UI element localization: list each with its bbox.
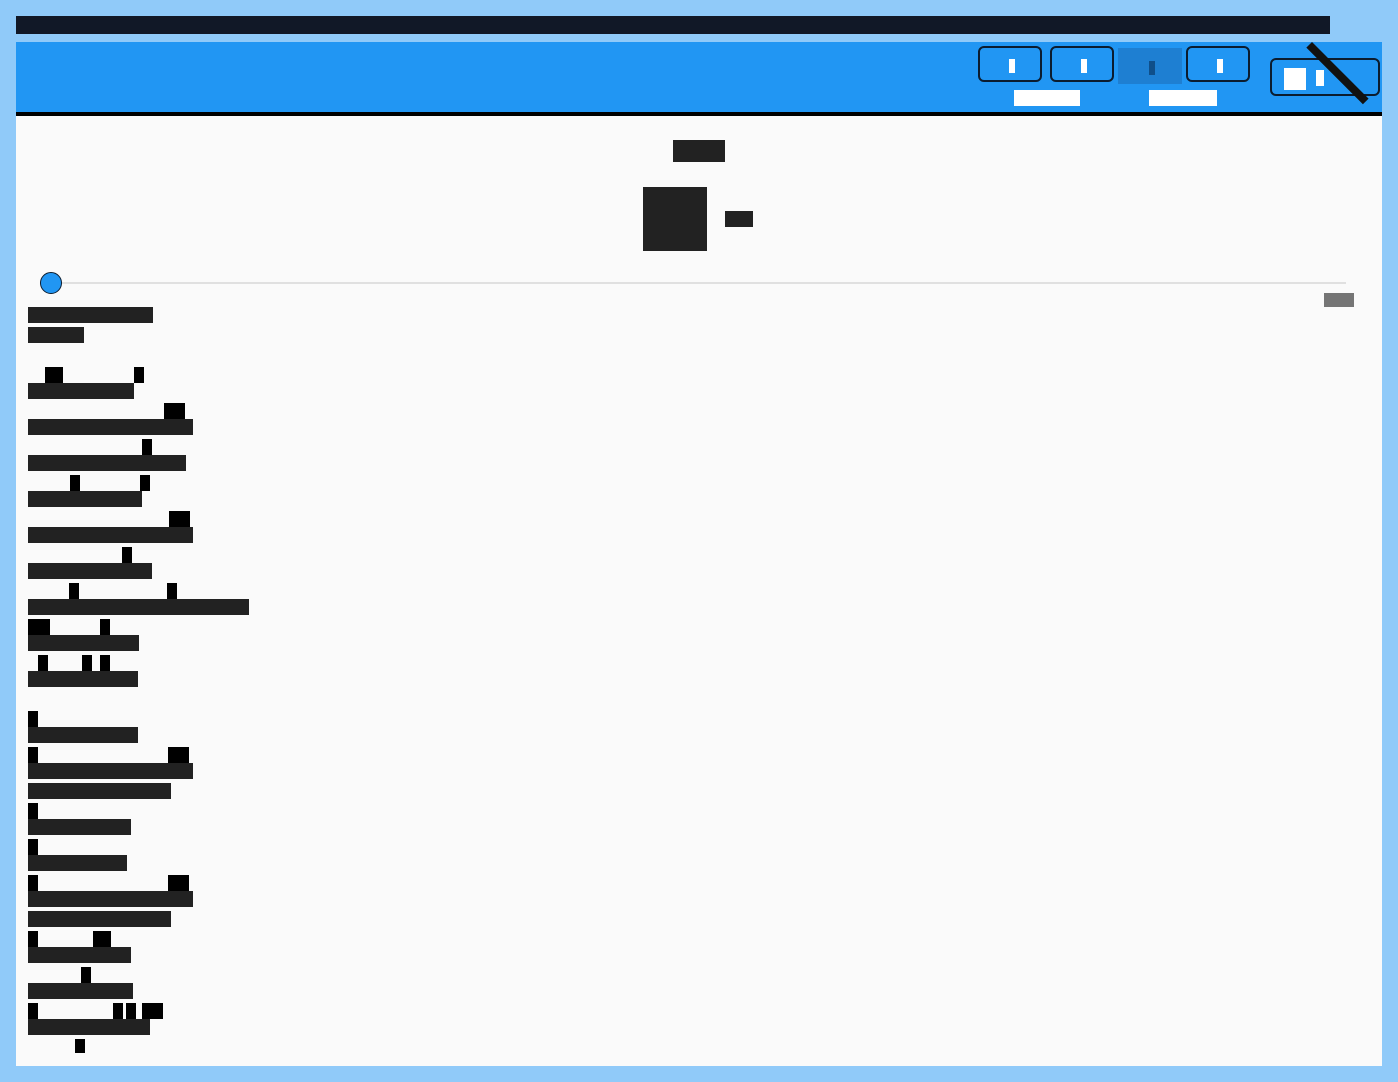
log-mark: [164, 403, 185, 419]
log-line: [28, 563, 152, 579]
nav-item-3[interactable]: [1118, 48, 1182, 84]
log-mark: [140, 475, 150, 491]
nav-item-4[interactable]: [1186, 46, 1250, 82]
slider-thumb[interactable]: [40, 272, 62, 294]
exit-label: [1316, 70, 1324, 86]
log-line: [28, 599, 249, 615]
log-mark: [28, 875, 38, 891]
log-line: [28, 671, 138, 687]
app-header: [16, 42, 1382, 116]
log-line: [28, 911, 171, 927]
page-title: [673, 140, 725, 162]
nav-item-1-icon: [1009, 59, 1015, 73]
slider-track: [40, 282, 1346, 284]
nav-item-1[interactable]: [978, 46, 1042, 82]
log-mark: [45, 367, 63, 383]
nav-item-1-label: [1014, 90, 1080, 106]
log-mark: [113, 1003, 123, 1019]
log-line: [28, 855, 127, 871]
log-mark: [28, 839, 38, 855]
log-mark: [122, 547, 132, 563]
app-window: [16, 42, 1382, 1066]
log-line: [28, 947, 131, 963]
log-line: [28, 527, 193, 543]
log-mark: [28, 1003, 38, 1019]
log-mark: [28, 803, 38, 819]
log-mark: [75, 1039, 85, 1053]
log-line: [28, 455, 186, 471]
log-mark: [100, 619, 110, 635]
log-line: [28, 419, 193, 435]
nav-item-4-icon: [1217, 59, 1223, 73]
log-line: [28, 983, 133, 999]
log-mark: [28, 619, 50, 635]
log-line: [28, 727, 138, 743]
log-mark: [69, 583, 79, 599]
log-mark: [70, 475, 80, 491]
widget-block: [643, 187, 707, 251]
log-line: [28, 783, 171, 799]
log-mark: [126, 1003, 136, 1019]
widget-label: [725, 211, 753, 227]
log-mark: [28, 711, 38, 727]
log-line: [28, 1019, 150, 1035]
log-mark: [81, 967, 91, 983]
nav-item-2[interactable]: [1050, 46, 1114, 82]
log-mark: [142, 439, 152, 455]
nav-item-2-icon: [1081, 59, 1087, 73]
slider-value: [1324, 293, 1354, 307]
log-line: [28, 763, 193, 779]
log-mark: [169, 511, 190, 527]
log-mark: [168, 747, 189, 763]
log-mark: [93, 931, 111, 947]
log-mark: [134, 367, 144, 383]
log-mark: [38, 655, 48, 671]
log-line: [28, 819, 131, 835]
log-mark: [100, 655, 110, 671]
log-mark: [167, 583, 177, 599]
exit-icon: [1284, 68, 1306, 90]
log-mark: [82, 655, 92, 671]
log-line: [28, 891, 193, 907]
slider[interactable]: [40, 271, 1346, 295]
os-top-bar: [16, 16, 1330, 34]
log-mark: [28, 931, 38, 947]
log-line: [28, 491, 142, 507]
log-line: [28, 307, 153, 323]
log-line: [28, 635, 139, 651]
log-mark: [28, 747, 38, 763]
log-line: [28, 327, 84, 343]
log-mark: [142, 1003, 163, 1019]
nav-item-3-label: [1149, 90, 1217, 106]
nav-item-3-icon: [1149, 61, 1155, 75]
log-line: [28, 383, 134, 399]
log-mark: [168, 875, 189, 891]
